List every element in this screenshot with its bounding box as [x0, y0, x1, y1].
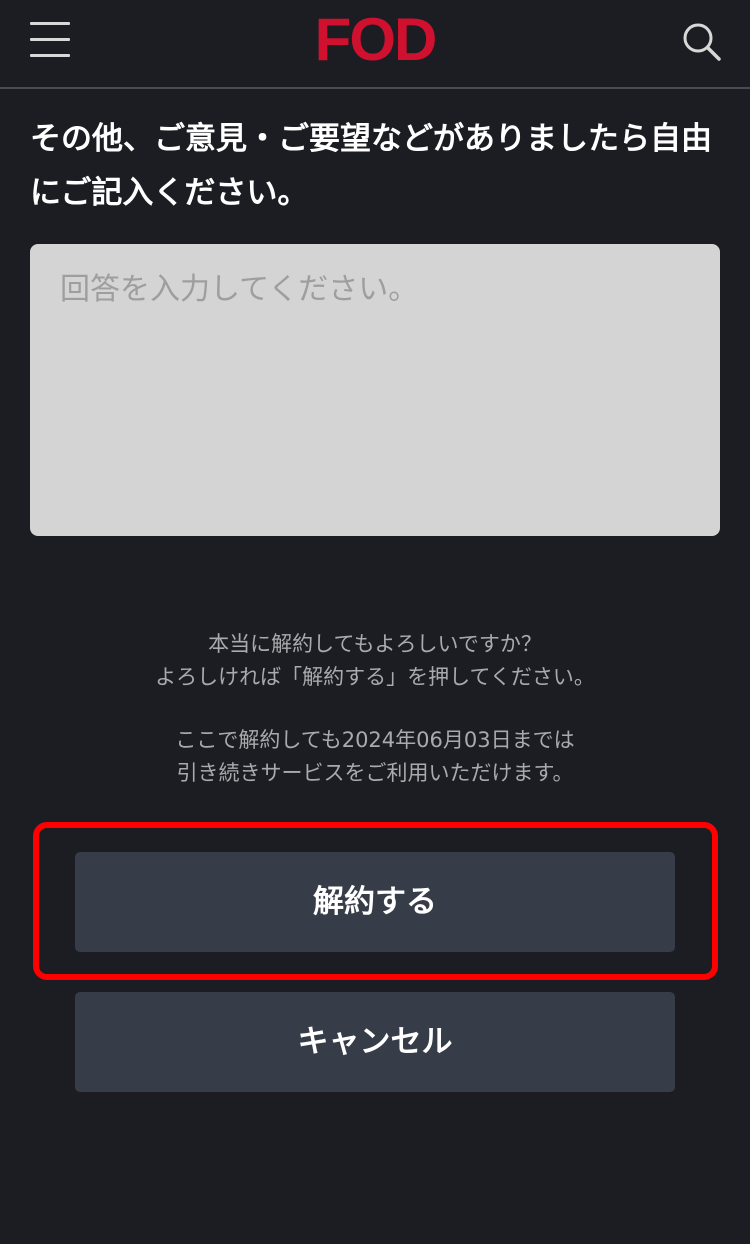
- app-header: FOD: [0, 0, 750, 89]
- service-until-line1: ここで解約しても2024年06月03日までは: [175, 728, 575, 752]
- confirm-notice-line1: 本当に解約してもよろしいですか？: [208, 632, 542, 656]
- service-until-notice: ここで解約しても2024年06月03日までは 引き続きサービスをご利用いただけま…: [0, 724, 750, 790]
- cancel-button[interactable]: キャンセル: [75, 992, 675, 1092]
- service-until-line2: 引き続きサービスをご利用いただけます。: [176, 761, 574, 785]
- answer-input-box[interactable]: [30, 244, 720, 536]
- hamburger-menu-icon[interactable]: [26, 18, 74, 62]
- feedback-question: その他、ご意見・ご要望などがありましたら自由にご記入ください。: [30, 121, 712, 211]
- unsubscribe-button[interactable]: 解約する: [75, 852, 675, 952]
- confirm-notice-line2: よろしければ「解約する」を押してください。: [155, 665, 595, 689]
- answer-textarea[interactable]: [30, 244, 720, 536]
- confirm-notice: 本当に解約してもよろしいですか？ よろしければ「解約する」を押してください。: [0, 628, 750, 694]
- fod-logo[interactable]: FOD: [300, 8, 450, 72]
- search-icon[interactable]: [678, 18, 726, 66]
